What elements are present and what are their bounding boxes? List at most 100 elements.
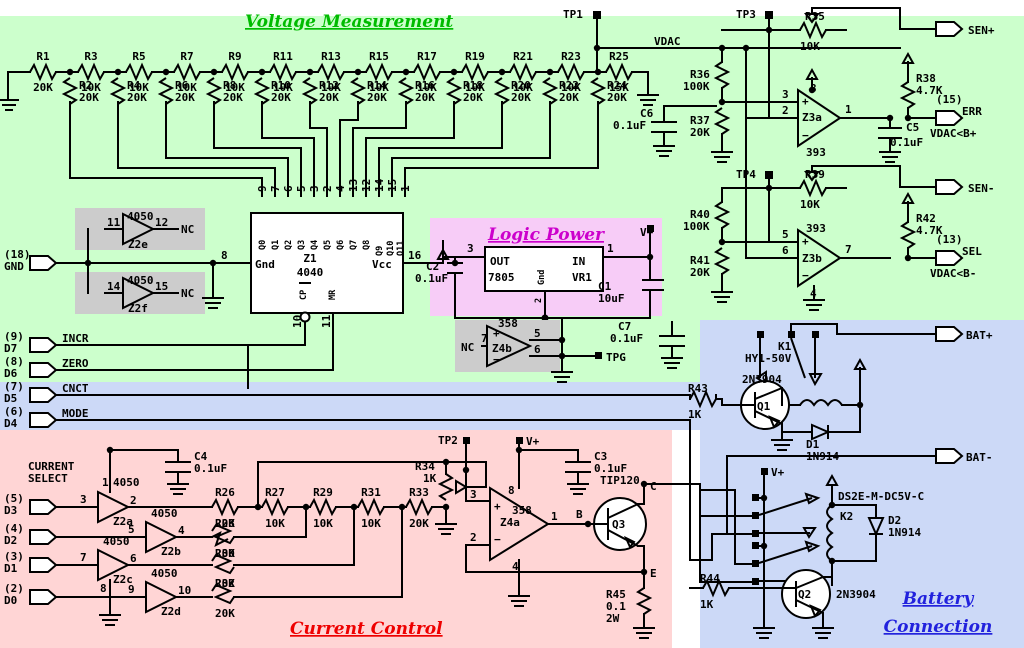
pin-number: 6 [130, 552, 137, 565]
relay-ref: K2 [840, 510, 853, 523]
ic-pin-label: Q1 [271, 240, 281, 250]
resistor-ref: R11 [273, 50, 293, 63]
pin-number: 1 [845, 103, 852, 116]
cap-value: 10uF [598, 292, 625, 305]
resistor-ref: R19 [465, 50, 485, 63]
resistor-power: 2W [606, 612, 620, 625]
resistor-value: 1K [688, 408, 702, 421]
ladder-node [162, 68, 170, 76]
pin-number: 5 [295, 185, 308, 192]
vdac-label: VDAC [654, 35, 681, 48]
ic-part: 4050 [127, 210, 154, 223]
title-voltage-measurement: Voltage Measurement [245, 12, 453, 32]
ladder-node [210, 68, 218, 76]
resistor-value: 20K [271, 91, 291, 104]
resistor-value: 20K [607, 91, 627, 104]
pin-number: 3 [470, 488, 477, 501]
resistor-value: 10K [313, 517, 333, 530]
resistor-ref: R44 [700, 572, 720, 585]
ic-cp-label: CP [299, 290, 309, 300]
pot-ref: R39 [805, 168, 825, 181]
pot-value: 10K [800, 40, 820, 53]
connector-net: D3 [4, 504, 17, 517]
ic-ref: Z2d [161, 605, 181, 618]
resistor-ref: R5 [132, 50, 145, 63]
cap-value: 0.1uF [613, 119, 646, 132]
resistor-ref: R26 [215, 486, 235, 499]
resistor-value: 20K [511, 91, 531, 104]
resistor-ref: R1 [36, 50, 50, 63]
resistor-ref: R15 [369, 50, 389, 63]
pin-number: 14 [107, 280, 121, 293]
connector-label: INCR [62, 332, 89, 345]
resistor-ref: R31 [361, 486, 381, 499]
pin-number: 2 [470, 531, 477, 544]
resistor-value: 20K [409, 517, 429, 530]
pin-number: 8 [508, 484, 515, 497]
opamp-minus: − [494, 533, 501, 546]
pin-number: 1 [102, 476, 109, 489]
resistor-ref: R27 [265, 486, 285, 499]
pin-c: C [650, 480, 657, 493]
ic-ref: Z2b [161, 545, 181, 558]
pot-value: 1K [423, 472, 437, 485]
pin-number: 9 [128, 583, 135, 596]
connector-sub: VDAC<B- [930, 267, 976, 280]
resistor-value: 10K [361, 517, 381, 530]
ic-pin-label: Q6 [336, 240, 346, 250]
schematic-canvas: Voltage Measurement Logic Power Current … [0, 0, 1024, 648]
ic-pin-label: Q5 [323, 240, 333, 250]
ic-pin-label: Q11 [396, 241, 406, 256]
cap-value: 0.1uF [415, 272, 448, 285]
buffer-z2e: 4050 11 12 NC Z2e [75, 208, 205, 251]
ic-part: 4050 [113, 476, 140, 489]
pin-number: 1 [551, 510, 558, 523]
pin-number: 2 [782, 104, 789, 117]
testpoint-tpg: TPG [606, 351, 626, 364]
title-logic-power: Logic Power [487, 225, 605, 245]
ladder-node [498, 68, 506, 76]
resistor-ref: R29 [313, 486, 333, 499]
pin-number: 9 [256, 185, 269, 192]
resistor-value: 100K [683, 80, 710, 93]
resistor-value: 20K [559, 91, 579, 104]
ic-part: 4050 [151, 567, 178, 580]
ic-ref: Z3a [802, 111, 822, 124]
ic-ref: Z4a [500, 516, 520, 529]
pin-number: 2 [534, 298, 544, 303]
ic-pin-label: Q4 [310, 240, 320, 250]
resistor-value: 20K [215, 607, 235, 620]
ladder-node [306, 68, 314, 76]
pin-number: 1 [607, 242, 614, 255]
pin-number: 4 [178, 524, 185, 537]
pin-number: 8 [100, 582, 107, 595]
pin-number: 15 [155, 280, 168, 293]
connector-label: BAT- [966, 451, 993, 464]
ic-pin-label: Q0 [258, 240, 268, 250]
ladder-node [258, 68, 266, 76]
resistor-ref: R3 [84, 50, 97, 63]
pin-number: 4 [334, 185, 347, 192]
pin-number: 7 [481, 332, 488, 345]
transistor-ref: Q1 [757, 400, 771, 413]
ic-pin-label: Q3 [297, 240, 307, 250]
resistor-value: 20K [79, 91, 99, 104]
pin-number: 3 [80, 493, 87, 506]
resistor-value: 20K [33, 81, 53, 94]
connector-net: D2 [4, 534, 17, 547]
connector-net: D7 [4, 342, 17, 355]
testpoint-tp2: TP2 [438, 434, 458, 447]
cap-value: 0.1uF [610, 332, 643, 345]
nc-label: NC [181, 287, 194, 300]
pin-number: 3 [782, 88, 789, 101]
ladder-node [66, 68, 74, 76]
ic-part: 4040 [297, 266, 324, 279]
pin-number: 12 [360, 179, 373, 192]
transistor-ref: Q3 [612, 518, 625, 531]
vplus-label: V+ [640, 226, 654, 239]
ic-pin-label: Q2 [284, 240, 294, 250]
connector-label: CNCT [62, 382, 89, 395]
relay-part: DS2E-M-DC5V-C [838, 490, 924, 503]
transistor-part: 2N3904 [742, 373, 782, 386]
ic-part: 358 [498, 317, 518, 330]
